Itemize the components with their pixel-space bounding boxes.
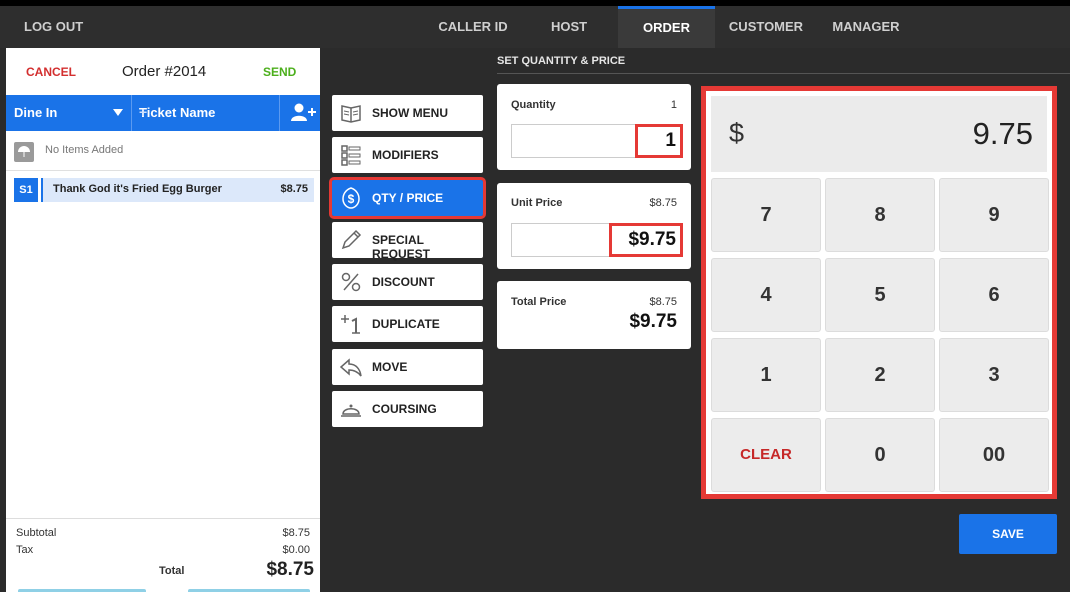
caret-down-icon (113, 109, 123, 116)
display-amount: 9.75 (972, 116, 1033, 151)
quantity-card: Quantity 1 1 (497, 84, 691, 170)
cloche-icon (341, 404, 361, 417)
key-3[interactable]: 3 (939, 338, 1049, 412)
total-price-card: Total Price $8.75 $9.75 (497, 281, 691, 349)
section-title: SET QUANTITY & PRICE (497, 55, 626, 67)
tab-customer[interactable]: CUSTOMER (718, 6, 814, 48)
key-4[interactable]: 4 (711, 258, 821, 332)
add-user-icon (291, 103, 316, 121)
order-item-row[interactable]: S1 Thank God it's Fried Egg Burger $8.75 (14, 178, 314, 202)
tab-order[interactable]: ORDER (618, 6, 715, 48)
key-7[interactable]: 7 (711, 178, 821, 252)
percent-icon (341, 272, 361, 292)
qty-price-button[interactable]: $ QTY / PRICE (329, 177, 486, 219)
move-label: MOVE (372, 360, 408, 374)
key-5[interactable]: 5 (825, 258, 935, 332)
send-button[interactable]: SEND (263, 65, 296, 79)
tab-manager[interactable]: MANAGER (818, 6, 914, 48)
ticket-name-field[interactable]: Ticket Name + (133, 95, 280, 131)
quantity-current: 1 (670, 99, 677, 111)
total-price-old: $8.75 (649, 296, 677, 308)
tax-value: $0.00 (282, 544, 310, 556)
key-2[interactable]: 2 (825, 338, 935, 412)
add-customer-button[interactable] (281, 95, 320, 131)
duplicate-label: DUPLICATE (372, 317, 440, 331)
modifiers-button[interactable]: MODIFIERS (332, 137, 483, 173)
list-icon (341, 145, 361, 166)
unit-price-current: $8.75 (649, 197, 677, 209)
pencil-icon (341, 229, 362, 250)
plus-icon: + (139, 104, 148, 120)
tab-caller-id[interactable]: CALLER ID (425, 6, 521, 48)
quantity-label: Quantity (511, 99, 556, 111)
move-arrow-icon (340, 358, 362, 377)
dine-in-label: Dine In (14, 105, 58, 120)
subtotal-value: $8.75 (282, 527, 310, 539)
discount-button[interactable]: DISCOUNT (332, 264, 483, 300)
show-menu-button[interactable]: SHOW MENU (332, 95, 483, 131)
total-value: $8.75 (266, 559, 314, 580)
dollar-icon: $ (342, 187, 360, 209)
duplicate-button[interactable]: DUPLICATE (332, 306, 483, 342)
no-items-row: No Items Added (6, 131, 320, 171)
special-request-label: SPECIAL REQUEST (372, 233, 431, 261)
subtotal-label: Subtotal (16, 527, 57, 539)
save-button[interactable]: SAVE (959, 514, 1057, 554)
special-request-button[interactable]: SPECIAL REQUEST (332, 222, 483, 261)
order-number: Order #2014 (122, 63, 207, 80)
dine-in-select[interactable]: Dine In (6, 95, 132, 131)
order-type-bar: Dine In Ticket Name + (6, 95, 320, 131)
book-icon (341, 105, 361, 123)
svg-text:$: $ (348, 192, 355, 206)
key-8[interactable]: 8 (825, 178, 935, 252)
key-9[interactable]: 9 (939, 178, 1049, 252)
order-panel: CANCEL Order #2014 SEND Dine In Ticket N… (6, 48, 320, 592)
umbrella-icon (14, 142, 34, 162)
total-price-new: $9.75 (629, 311, 677, 332)
unit-price-card: Unit Price $8.75 $9.75 (497, 183, 691, 269)
logout-button[interactable]: LOG OUT (24, 19, 83, 34)
key-1[interactable]: 1 (711, 338, 821, 412)
seat-badge: S1 (14, 178, 38, 202)
cancel-button[interactable]: CANCEL (26, 65, 76, 79)
clear-button[interactable]: CLEAR (711, 418, 821, 492)
tax-label: Tax (16, 544, 34, 556)
key-6[interactable]: 6 (939, 258, 1049, 332)
total-price-label: Total Price (511, 296, 567, 308)
unit-price-label: Unit Price (511, 197, 563, 209)
key-0[interactable]: 0 (825, 418, 935, 492)
coursing-label: COURSING (372, 402, 437, 416)
no-items-label: No Items Added (45, 144, 124, 156)
order-item[interactable]: Thank God it's Fried Egg Burger $8.75 (41, 178, 314, 202)
modifiers-label: MODIFIERS (372, 148, 439, 162)
discount-label: DISCOUNT (372, 275, 435, 289)
unit-price-value[interactable]: $9.75 (609, 223, 683, 257)
duplicate-icon (341, 315, 360, 334)
total-label: Total (159, 565, 185, 577)
top-nav-bar: LOG OUT CALLER ID HOST ORDER CUSTOMER MA… (0, 6, 1070, 48)
coursing-button[interactable]: COURSING (332, 391, 483, 427)
totals-section: Subtotal $8.75 Tax $0.00 Total $8.75 (6, 518, 320, 592)
currency-symbol: $ (729, 118, 745, 148)
order-item-name: Thank God it's Fried Egg Burger (53, 183, 222, 195)
key-00[interactable]: 00 (939, 418, 1049, 492)
tab-host[interactable]: HOST (524, 6, 614, 48)
show-menu-label: SHOW MENU (372, 106, 448, 120)
keypad-display: $ 9.75 (711, 96, 1047, 172)
section-divider (497, 73, 1070, 74)
qty-price-label: QTY / PRICE (372, 191, 444, 205)
order-header: CANCEL Order #2014 SEND (6, 48, 320, 95)
order-item-price: $8.75 (280, 183, 308, 195)
keypad: $ 9.75 7 8 9 4 5 6 1 2 3 CLEAR 0 00 (701, 86, 1057, 499)
quantity-value[interactable]: 1 (635, 124, 683, 158)
move-button[interactable]: MOVE (332, 349, 483, 385)
